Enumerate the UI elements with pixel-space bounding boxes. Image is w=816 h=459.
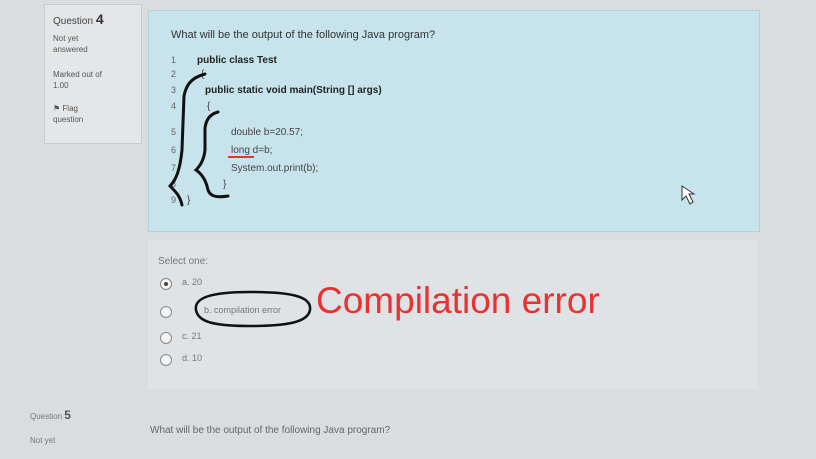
next-question-info: Question 5 Not yet	[30, 408, 71, 445]
brace-mark-outer	[167, 72, 207, 207]
next-question-text: What will be the output of the following…	[150, 425, 391, 436]
brace-mark-inner	[193, 110, 230, 199]
circle-mark	[194, 290, 312, 328]
cursor-icon	[681, 185, 696, 205]
ink-marks	[167, 72, 696, 328]
